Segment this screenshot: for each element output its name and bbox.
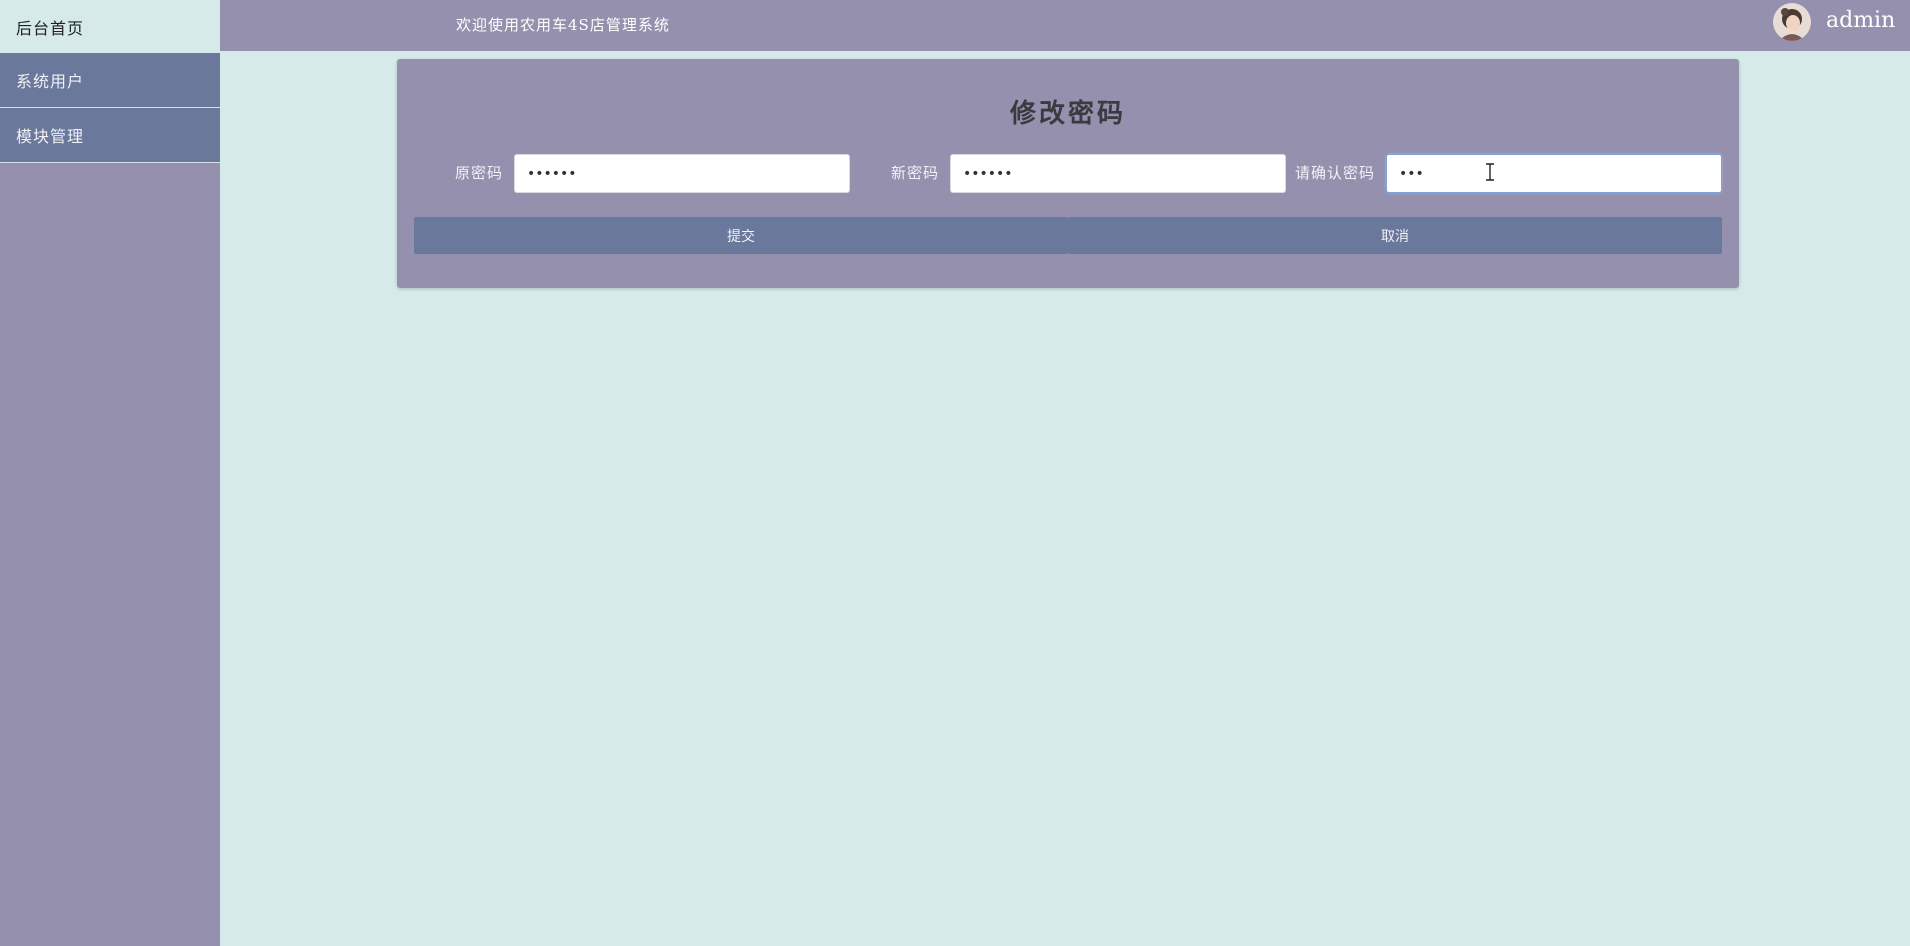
sidebar-item-system-users[interactable]: 系统用户 <box>0 53 220 108</box>
sidebar-item-home[interactable]: 后台首页 <box>0 0 220 53</box>
old-password-label: 原密码 <box>455 164 504 182</box>
username[interactable]: admin <box>1826 8 1895 33</box>
old-password-input[interactable] <box>514 154 850 193</box>
avatar-photo-icon <box>1773 3 1811 41</box>
cancel-button[interactable]: 取消 <box>1068 217 1722 254</box>
header-title: 欢迎使用农用车4S店管理系统 <box>456 16 670 34</box>
change-password-panel: 修改密码 原密码 新密码 请确认密码 提交 取消 <box>397 59 1739 288</box>
sidebar-item-module-management[interactable]: 模块管理 <box>0 108 220 163</box>
submit-button[interactable]: 提交 <box>414 217 1068 254</box>
confirm-password-label: 请确认密码 <box>1295 164 1376 182</box>
avatar[interactable] <box>1773 3 1811 41</box>
sidebar: 后台首页 系统用户 模块管理 <box>0 0 220 946</box>
confirm-password-input[interactable] <box>1386 154 1722 193</box>
new-password-input[interactable] <box>950 154 1286 193</box>
new-password-label: 新密码 <box>891 164 940 182</box>
panel-title: 修改密码 <box>1009 99 1126 129</box>
top-header: 欢迎使用农用车4S店管理系统 admin <box>220 0 1910 51</box>
